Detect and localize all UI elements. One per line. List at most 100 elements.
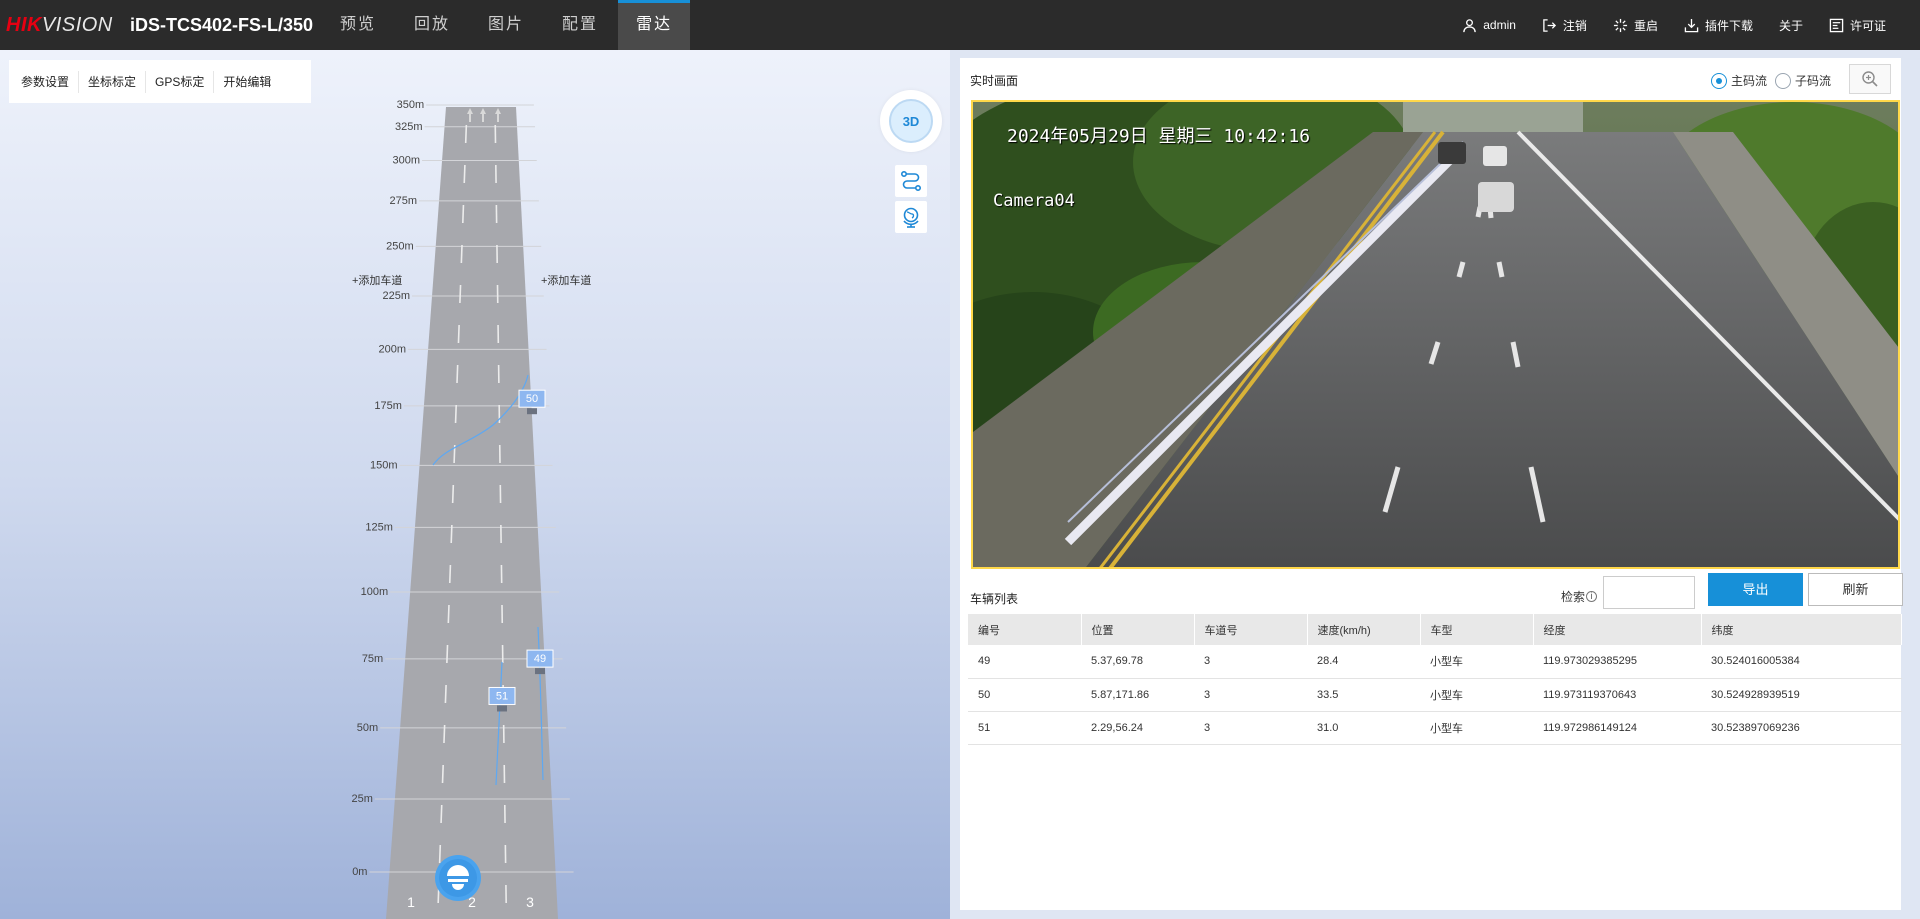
tab-config[interactable]: 配置 xyxy=(544,0,616,50)
logout-button[interactable]: 注销 xyxy=(1542,17,1587,34)
cell-vehicle-type: 小型车 xyxy=(1420,645,1533,679)
brand-logo: HIKVISION xyxy=(6,14,113,36)
table-row[interactable]: 51 2.29,56.24 3 31.0 小型车 119.97298614912… xyxy=(968,711,1902,745)
lane-divider-dash xyxy=(454,404,458,424)
radar-road-view[interactable]: 504951 350m325m300m275m250m225m200m175m1… xyxy=(0,50,950,919)
distance-label: 325m xyxy=(395,121,423,133)
cell-id: 50 xyxy=(968,678,1081,712)
gps-calibration-button[interactable]: GPS标定 xyxy=(146,70,215,93)
top-right-menu: admin 注销 重启 插件下载 关于 许可证 xyxy=(1436,0,1886,50)
distance-label: 300m xyxy=(393,154,421,166)
cell-latitude: 30.524928939519 xyxy=(1701,678,1902,712)
lane-number-3: 3 xyxy=(526,894,534,910)
lane-divider-dash xyxy=(448,564,452,584)
live-video-feed[interactable]: 2024年05月29日 星期三 10:42:16 Camera04 xyxy=(971,100,1900,569)
col-vehicle-type[interactable]: 车型 xyxy=(1420,614,1534,645)
plugin-download-button[interactable]: 插件下载 xyxy=(1684,17,1753,34)
target-vehicle-marker xyxy=(535,668,545,675)
lane-divider-dash xyxy=(444,684,447,704)
distance-label: 75m xyxy=(362,653,383,665)
license-button[interactable]: 许可证 xyxy=(1829,17,1886,34)
col-position[interactable]: 位置 xyxy=(1081,614,1195,645)
search-label: 检索 i xyxy=(1561,588,1598,605)
lane-divider-dash xyxy=(464,124,468,144)
param-settings-button[interactable]: 参数设置 xyxy=(12,70,80,93)
lane-divider-dash xyxy=(462,204,465,224)
add-lane-left[interactable]: +添加车道 xyxy=(352,273,402,287)
table-row[interactable]: 49 5.37,69.78 3 28.4 小型车 119.97302938529… xyxy=(968,645,1902,679)
cell-speed: 28.4 xyxy=(1307,645,1420,679)
distance-label: 100m xyxy=(361,586,389,598)
zoom-in-icon xyxy=(1862,71,1878,87)
restart-button[interactable]: 重启 xyxy=(1613,17,1658,34)
cell-position: 5.37,69.78 xyxy=(1081,645,1194,679)
logout-icon xyxy=(1543,18,1556,32)
tab-preview[interactable]: 预览 xyxy=(322,0,394,50)
cell-lane: 3 xyxy=(1194,678,1307,712)
lane-divider-dash xyxy=(451,484,455,504)
add-lane-right[interactable]: +添加车道 xyxy=(541,273,591,287)
distance-label: 0m xyxy=(352,866,367,878)
cell-longitude: 119.973119370643 xyxy=(1533,678,1701,712)
col-id[interactable]: 编号 xyxy=(968,614,1082,645)
digital-zoom-button[interactable] xyxy=(1849,64,1891,94)
col-longitude[interactable]: 经度 xyxy=(1533,614,1702,645)
search-input[interactable] xyxy=(1603,576,1695,609)
vehicle-list-title: 车辆列表 xyxy=(970,592,1019,606)
restart-icon xyxy=(1613,18,1627,32)
distance-label: 150m xyxy=(370,459,398,471)
cell-id: 49 xyxy=(968,645,1081,679)
lane-divider-dash xyxy=(459,284,462,304)
track-route-icon xyxy=(900,170,921,191)
tab-playback[interactable]: 回放 xyxy=(396,0,468,50)
radio-unchecked-icon xyxy=(1774,72,1791,89)
view-3d-label: 3D xyxy=(889,99,933,143)
osd-camera-name: Camera04 xyxy=(993,191,1075,211)
target-id-label: 49 xyxy=(534,653,546,665)
user-name: admin xyxy=(1483,18,1516,32)
tab-radar[interactable]: 雷达 xyxy=(618,0,691,50)
col-latitude[interactable]: 纬度 xyxy=(1701,614,1902,645)
distance-label: 50m xyxy=(357,722,378,734)
cell-speed: 31.0 xyxy=(1307,711,1420,745)
target-vehicle-marker xyxy=(527,408,537,415)
cell-id: 51 xyxy=(968,711,1081,745)
lane-divider-dash xyxy=(457,324,460,344)
cell-vehicle-type: 小型车 xyxy=(1420,678,1533,712)
live-view-title: 实时画面 xyxy=(970,74,1019,88)
table-row[interactable]: 50 5.87,171.86 3 33.5 小型车 119.9731193706… xyxy=(968,678,1902,712)
cell-speed: 33.5 xyxy=(1307,678,1420,712)
view-3d-toggle[interactable]: 3D xyxy=(880,90,942,152)
distance-label: 125m xyxy=(365,521,393,533)
lane-divider-dash xyxy=(450,524,453,544)
tab-picture[interactable]: 图片 xyxy=(470,0,542,50)
start-edit-button[interactable]: 开始编辑 xyxy=(214,71,280,93)
license-icon xyxy=(1829,18,1844,32)
cell-lane: 3 xyxy=(1194,711,1307,745)
lane-number-1: 1 xyxy=(407,894,415,910)
track-tool-button[interactable] xyxy=(895,165,927,197)
col-lane[interactable]: 车道号 xyxy=(1194,614,1308,645)
download-icon xyxy=(1684,18,1699,32)
col-speed[interactable]: 速度(km/h) xyxy=(1307,614,1421,645)
cell-position: 2.29,56.24 xyxy=(1081,711,1194,745)
distance-label: 350m xyxy=(397,99,425,111)
export-button[interactable]: 导出 xyxy=(1708,573,1803,606)
globe-icon xyxy=(903,207,919,228)
radar-device-icon[interactable] xyxy=(435,855,481,901)
about-button[interactable]: 关于 xyxy=(1779,17,1803,34)
cell-lane: 3 xyxy=(1194,645,1307,679)
logout-label: 注销 xyxy=(1562,18,1587,33)
vehicle-table: 编号 位置 车道号 速度(km/h) 车型 经度 纬度 49 5.37,69.7… xyxy=(968,614,1902,745)
main-stream-radio[interactable]: 主码流 xyxy=(1710,72,1767,89)
target-vehicle-marker xyxy=(497,705,507,712)
sub-stream-radio[interactable]: 子码流 xyxy=(1774,72,1831,89)
coordinate-calibration-button[interactable]: 坐标标定 xyxy=(79,70,147,93)
map-tool-button[interactable] xyxy=(895,201,927,233)
cell-latitude: 30.523897069236 xyxy=(1701,711,1902,745)
user-menu[interactable]: admin xyxy=(1462,18,1516,33)
distance-label: 225m xyxy=(383,290,411,302)
target-id-label: 51 xyxy=(496,690,508,702)
refresh-button[interactable]: 刷新 xyxy=(1808,573,1903,606)
license-label: 许可证 xyxy=(1849,18,1886,33)
